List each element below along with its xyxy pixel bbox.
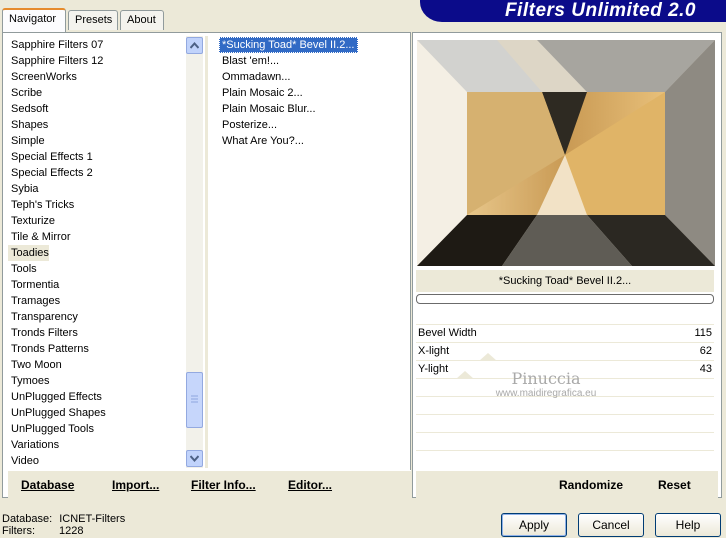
tab-presets[interactable]: Presets xyxy=(68,10,118,30)
param-value: 62 xyxy=(699,345,712,357)
randomize-button[interactable]: Randomize xyxy=(559,478,623,492)
category-item[interactable]: Tymoes xyxy=(8,373,50,389)
filter-info-button[interactable]: Filter Info... xyxy=(191,478,256,492)
editor-button[interactable]: Editor... xyxy=(288,478,332,492)
category-item[interactable]: Tile & Mirror xyxy=(8,229,70,245)
filter-item[interactable]: Posterize... xyxy=(219,117,280,133)
category-item[interactable]: Sybia xyxy=(8,181,39,197)
filter-item[interactable]: Blast 'em!... xyxy=(219,53,282,69)
category-item[interactable]: Tools xyxy=(8,261,37,277)
category-item[interactable]: UnPlugged Effects xyxy=(8,389,102,405)
category-item[interactable]: Two Moon xyxy=(8,357,62,373)
param-label: Y-light xyxy=(418,363,449,375)
scroll-down-button[interactable] xyxy=(186,450,203,467)
filter-item[interactable]: *Sucking Toad* Bevel II.2... xyxy=(219,37,358,53)
slider-handle-y-light[interactable] xyxy=(456,371,474,379)
category-item[interactable]: Transparency xyxy=(8,309,78,325)
status-database-value: ICNET-Filters xyxy=(59,513,126,525)
import-button[interactable]: Import... xyxy=(112,478,159,492)
category-item[interactable]: Scribe xyxy=(8,85,42,101)
param-value: 115 xyxy=(694,327,712,339)
filter-item[interactable]: Plain Mosaic Blur... xyxy=(219,101,319,117)
category-item[interactable]: Tormentia xyxy=(8,277,59,293)
filter-preview xyxy=(417,40,715,266)
preview-image xyxy=(417,40,715,266)
chevron-up-icon xyxy=(190,42,199,49)
tab-about[interactable]: About xyxy=(120,10,164,30)
status-database-label: Database: xyxy=(2,513,53,525)
chevron-down-icon xyxy=(190,455,199,462)
category-item[interactable]: ScreenWorks xyxy=(8,69,77,85)
category-item[interactable]: Special Effects 1 xyxy=(8,149,93,165)
param-x-light[interactable]: X-light 62 xyxy=(416,344,714,361)
param-empty-row xyxy=(416,452,714,469)
status-database: Database: ICNET-Filters xyxy=(2,513,125,525)
banner-title: Filters Unlimited 2.0 xyxy=(504,0,696,21)
param-label: Bevel Width xyxy=(418,327,477,339)
param-label: X-light xyxy=(418,345,450,357)
scroll-thumb[interactable] xyxy=(186,372,203,428)
filter-item[interactable]: What Are You?... xyxy=(219,133,307,149)
watermark-name: Pinuccia xyxy=(511,369,581,388)
category-item[interactable]: Video xyxy=(8,453,39,468)
grip-icon xyxy=(191,395,198,403)
status-filters-value: 1228 xyxy=(59,525,84,537)
category-item[interactable]: Variations xyxy=(8,437,59,453)
preview-filter-name: *Sucking Toad* Bevel II.2... xyxy=(498,275,632,287)
param-empty-row xyxy=(416,416,714,433)
apply-button[interactable]: Apply xyxy=(501,513,567,537)
tab-navigator[interactable]: Navigator xyxy=(2,8,66,32)
category-item[interactable]: UnPlugged Shapes xyxy=(8,405,106,421)
category-item[interactable]: Special Effects 2 xyxy=(8,165,93,181)
category-item[interactable]: Tronds Filters xyxy=(8,325,78,341)
category-item[interactable]: Shapes xyxy=(8,117,48,133)
scroll-up-button[interactable] xyxy=(186,37,203,54)
param-value: 43 xyxy=(699,363,712,375)
progress-bar xyxy=(416,294,714,304)
help-button[interactable]: Help xyxy=(655,513,721,537)
category-item[interactable]: Sapphire Filters 12 xyxy=(8,53,103,69)
status-filters-label: Filters: xyxy=(2,525,35,537)
filter-item[interactable]: Plain Mosaic 2... xyxy=(219,85,306,101)
filter-item[interactable]: Ommadawn... xyxy=(219,69,293,85)
category-item[interactable]: Sapphire Filters 07 xyxy=(8,37,103,53)
watermark: Pinuccia www.maidiregrafica.eu xyxy=(486,369,606,400)
category-item[interactable]: Sedsoft xyxy=(8,101,48,117)
title-banner: Filters Unlimited 2.0 xyxy=(420,0,726,22)
param-bevel-width[interactable]: Bevel Width 115 xyxy=(416,326,714,343)
list-divider xyxy=(205,36,208,468)
category-item[interactable]: Toadies xyxy=(8,245,49,261)
param-empty-row xyxy=(416,398,714,415)
cancel-button[interactable]: Cancel xyxy=(578,513,644,537)
category-item[interactable]: Texturize xyxy=(8,213,55,229)
watermark-url: www.maidiregrafica.eu xyxy=(495,388,597,399)
category-item[interactable]: Teph's Tricks xyxy=(8,197,74,213)
filter-list[interactable]: *Sucking Toad* Bevel II.2... Blast 'em!..… xyxy=(215,36,409,468)
category-item[interactable]: Tramages xyxy=(8,293,60,309)
preview-name-bar: *Sucking Toad* Bevel II.2... xyxy=(416,270,714,292)
database-button[interactable]: Database xyxy=(21,478,74,492)
category-list[interactable]: Sapphire Filters 07 Sapphire Filters 12 Sc… xyxy=(8,36,186,468)
status-filters: Filters: 1228 xyxy=(2,525,83,537)
category-item[interactable]: UnPlugged Tools xyxy=(8,421,94,437)
category-scrollbar[interactable] xyxy=(186,36,203,468)
category-item[interactable]: Simple xyxy=(8,133,45,149)
slider-handle-x-light[interactable] xyxy=(479,353,497,361)
param-empty-row xyxy=(416,434,714,451)
category-item[interactable]: Tronds Patterns xyxy=(8,341,89,357)
reset-button[interactable]: Reset xyxy=(658,478,691,492)
